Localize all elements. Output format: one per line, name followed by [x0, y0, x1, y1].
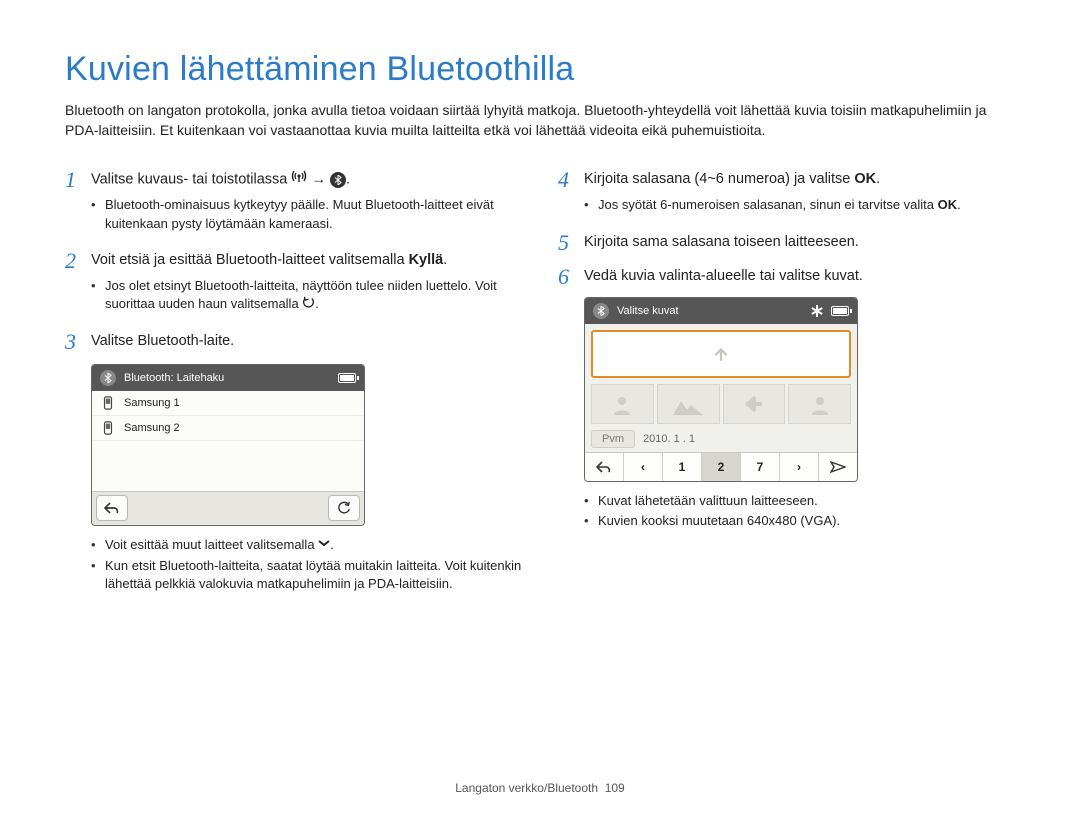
pager-back[interactable]: [585, 453, 624, 481]
battery-icon: [831, 306, 849, 316]
battery-icon: [338, 373, 356, 383]
footer-label: Langaton verkko/Bluetooth: [455, 781, 598, 795]
step4-bullet-post: .: [957, 197, 961, 212]
upload-arrow-icon: [712, 345, 730, 363]
pager-page[interactable]: 1: [663, 453, 702, 481]
step-text: Vedä kuvia valinta-alueelle tai valitse …: [584, 265, 863, 288]
image-thumb[interactable]: [723, 384, 786, 424]
pager-page[interactable]: 7: [741, 453, 780, 481]
device-row[interactable]: Samsung 1: [92, 391, 364, 416]
step4-bullet-bold: OK: [938, 197, 958, 212]
step1-pre: Valitse kuvaus- tai toistotilassa: [91, 172, 291, 188]
after-ui2-bullet1: Kuvat lähetetään valittuun laitteeseen.: [584, 492, 1015, 510]
step4-bullet-pre: Jos syötät 6-numeroisen salasanan, sinun…: [598, 197, 938, 212]
bluetooth-circle-icon: [330, 172, 346, 188]
content-columns: 1 Valitse kuvaus- tai toistotilassa → . …: [65, 168, 1015, 609]
image-thumb[interactable]: [788, 384, 851, 424]
pager-page-active[interactable]: 2: [702, 453, 741, 481]
step4-bold: OK: [854, 171, 876, 187]
refresh-icon: [302, 296, 315, 314]
step2-bold: Kyllä: [409, 252, 444, 268]
step1-post: .: [346, 172, 350, 188]
step1-bullet: Bluetooth-ominaisuus kytkeytyy päälle. M…: [91, 196, 522, 232]
step-5: 5 Kirjoita sama salasana toiseen laittee…: [558, 231, 1015, 255]
date-label[interactable]: Pvm: [591, 430, 635, 448]
pager-next[interactable]: ›: [780, 453, 819, 481]
page-footer: Langaton verkko/Bluetooth 109: [0, 781, 1080, 795]
step-text: Valitse kuvaus- tai toistotilassa → .: [91, 168, 350, 191]
step-number: 5: [558, 231, 584, 255]
pager-prev[interactable]: ‹: [624, 453, 663, 481]
step-3: 3 Valitse Bluetooth-laite.: [65, 330, 522, 354]
antenna-icon: [291, 169, 307, 191]
ui1-footer: [92, 491, 364, 525]
step-1: 1 Valitse kuvaus- tai toistotilassa → .: [65, 168, 522, 192]
step-number: 1: [65, 168, 91, 192]
ui-select-images: Valitse kuvat Pvm 2010. 1 . 1 ‹ 1: [584, 297, 858, 482]
step2-bullet-text: Jos olet etsinyt Bluetooth-laitteita, nä…: [105, 278, 497, 311]
refresh-button[interactable]: [328, 495, 360, 521]
step-6: 6 Vedä kuvia valinta-alueelle tai valits…: [558, 265, 1015, 289]
date-value: 2010. 1 . 1: [643, 433, 695, 445]
date-bar: Pvm 2010. 1 . 1: [585, 426, 857, 452]
ui1-title: Bluetooth: Laitehaku: [124, 372, 330, 384]
back-button[interactable]: [96, 495, 128, 521]
ui2-title: Valitse kuvat: [617, 305, 803, 317]
step-number: 2: [65, 249, 91, 273]
device-name: Samsung 1: [124, 397, 180, 409]
step-number: 6: [558, 265, 584, 289]
footer-page-number: 109: [605, 781, 625, 795]
step-number: 3: [65, 330, 91, 354]
device-name: Samsung 2: [124, 422, 180, 434]
image-thumb[interactable]: [657, 384, 720, 424]
ui-device-search: Bluetooth: Laitehaku Samsung 1 Samsung 2: [91, 364, 365, 526]
step-text: Kirjoita sama salasana toiseen laitteese…: [584, 231, 859, 254]
bluetooth-icon: [593, 303, 609, 319]
pager: ‹ 1 2 7 ›: [585, 452, 857, 481]
ui2-header: Valitse kuvat: [585, 298, 857, 324]
step2-bullet: Jos olet etsinyt Bluetooth-laitteita, nä…: [91, 277, 522, 314]
bluetooth-status-icon: [811, 305, 823, 317]
step-2: 2 Voit etsiä ja esittää Bluetooth-laitte…: [65, 249, 522, 273]
after-ui1-bullet2: Kun etsit Bluetooth-laitteita, saatat lö…: [91, 557, 522, 593]
drop-area[interactable]: [591, 330, 851, 378]
after-ui1-bullet1: Voit esittää muut laitteet valitsemalla …: [91, 536, 522, 555]
step4-pre: Kirjoita salasana (4~6 numeroa) ja valit…: [584, 171, 854, 187]
step-text: Kirjoita salasana (4~6 numeroa) ja valit…: [584, 168, 880, 191]
step-number: 4: [558, 168, 584, 192]
step2-pre: Voit etsiä ja esittää Bluetooth-laitteet…: [91, 252, 409, 268]
ui1-body: Samsung 1 Samsung 2: [92, 391, 364, 491]
thumbnail-row: [585, 384, 857, 426]
device-row[interactable]: Samsung 2: [92, 416, 364, 441]
intro-text: Bluetooth on langaton protokolla, jonka …: [65, 101, 1015, 140]
image-thumb[interactable]: [591, 384, 654, 424]
right-column: 4 Kirjoita salasana (4~6 numeroa) ja val…: [558, 168, 1015, 609]
step-4: 4 Kirjoita salasana (4~6 numeroa) ja val…: [558, 168, 1015, 192]
step4-post: .: [876, 171, 880, 187]
phone-icon: [102, 421, 114, 435]
ui1-header: Bluetooth: Laitehaku: [92, 365, 364, 391]
after-ui2-bullet2: Kuvien kooksi muutetaan 640x480 (VGA).: [584, 512, 1015, 530]
left-column: 1 Valitse kuvaus- tai toistotilassa → . …: [65, 168, 522, 609]
bluetooth-icon: [100, 370, 116, 386]
step-text: Valitse Bluetooth-laite.: [91, 330, 234, 353]
arrow-icon: →: [311, 172, 330, 188]
phone-icon: [102, 396, 114, 410]
step2-post: .: [443, 252, 447, 268]
page-title: Kuvien lähettäminen Bluetoothilla: [65, 50, 1015, 89]
step-text: Voit etsiä ja esittää Bluetooth-laitteet…: [91, 249, 447, 272]
chevron-down-icon: [318, 536, 330, 554]
after-ui1-text1: Voit esittää muut laitteet valitsemalla: [105, 537, 318, 552]
pager-send[interactable]: [819, 453, 857, 481]
step4-bullet: Jos syötät 6-numeroisen salasanan, sinun…: [584, 196, 1015, 214]
